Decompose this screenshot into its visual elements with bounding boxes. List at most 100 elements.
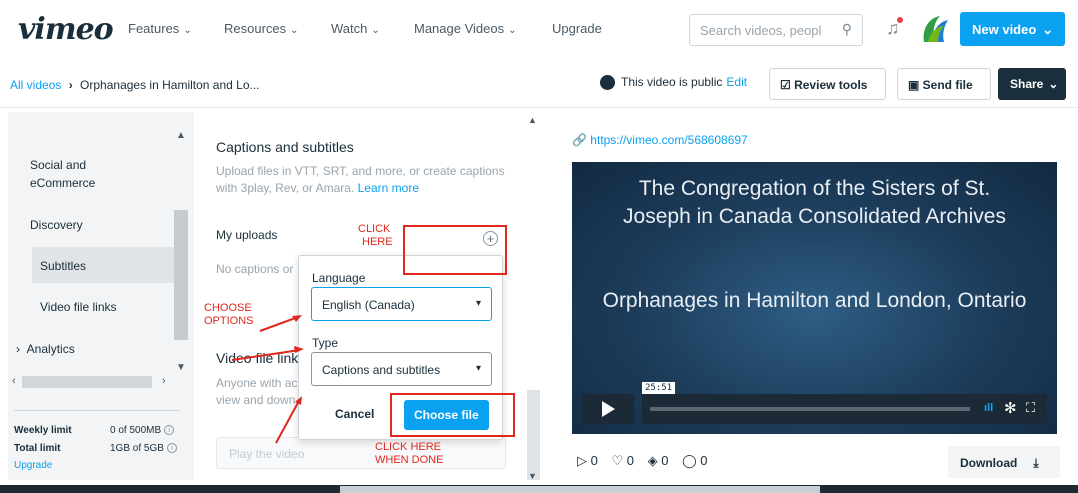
vimeo-logo[interactable]: vimeo [18, 12, 114, 47]
arrow-to-language [259, 316, 299, 332]
learn-more-link[interactable]: Learn more [358, 181, 419, 195]
annotation-arrow-cancel [275, 396, 302, 444]
scroll-right-icon[interactable]: › [162, 375, 166, 387]
nav-manage-videos[interactable]: Manage Videos ⌄ [414, 21, 517, 36]
plays-count: 0 [590, 453, 598, 468]
language-select[interactable]: English (Canada) ▾ [311, 287, 492, 321]
breadcrumb: All videos › Orphanages in Hamilton and … [10, 78, 260, 92]
nav-upgrade[interactable]: Upgrade [552, 21, 602, 36]
nav-resources-label: Resources [224, 21, 287, 36]
cancel-button[interactable]: Cancel [335, 407, 374, 421]
sidebar-item-social[interactable]: Social and eCommerce [30, 156, 150, 192]
review-tools-label: Review tools [794, 78, 868, 92]
sidebar-item-subtitles[interactable]: Subtitles [40, 257, 86, 275]
annotation-click-line2: HERE [362, 236, 393, 248]
download-label: Download [960, 456, 1018, 470]
new-video-button[interactable]: New video ⌄ [960, 12, 1065, 46]
type-select[interactable]: Captions and subtitles ▾ [311, 352, 492, 386]
progress-track[interactable] [650, 407, 970, 411]
chevron-down-icon: ⌄ [290, 25, 299, 36]
sidebar-item-discovery[interactable]: Discovery [30, 216, 83, 234]
no-captions-text: No captions or [216, 262, 294, 276]
scroll-down-icon[interactable]: ▼ [528, 471, 537, 481]
search-input[interactable]: Search videos, peopl ⚲ [689, 14, 863, 46]
player-controls: 25:51 ıll ✻ ⛶ [642, 382, 1047, 424]
video-player[interactable]: The Congregation of the Sisters of St. J… [572, 162, 1057, 434]
play-button[interactable] [582, 394, 634, 424]
volume-icon[interactable]: ıll [984, 402, 993, 414]
total-limit-title: Total limit [14, 443, 61, 454]
info-icon[interactable]: i [164, 425, 175, 436]
annotation-click-when-done: CLICK HERE WHEN DONE [375, 441, 443, 467]
arrowhead [295, 396, 302, 405]
arrowhead [294, 346, 304, 353]
privacy-text: This video is public [621, 75, 723, 89]
upgrade-link[interactable]: Upgrade [14, 460, 52, 471]
nav-watch[interactable]: Watch ⌄ [331, 21, 380, 36]
share-label: Share [1010, 77, 1044, 91]
top-navigation: vimeo Features ⌄ Resources ⌄ Watch ⌄ Manage… [0, 0, 1078, 58]
main-scrollbar[interactable] [527, 390, 540, 480]
language-label: Language [312, 271, 366, 285]
review-icon: ☑ [780, 78, 795, 92]
play-icon [602, 401, 615, 417]
sidebar-hscrollbar[interactable] [22, 376, 152, 388]
fullscreen-icon[interactable]: ⛶ [1026, 400, 1035, 416]
weekly-limit-title: Weekly limit [14, 425, 72, 436]
collections-count: 0 [661, 453, 669, 468]
search-icon[interactable]: ⚲ [842, 21, 852, 38]
info-icon[interactable]: i [166, 443, 177, 454]
settings-gear-icon[interactable]: ✻ [1004, 399, 1017, 417]
total-limit-amount: 1GB of 5GB [110, 443, 164, 454]
scroll-up-icon[interactable]: ▲ [176, 130, 186, 141]
my-uploads-label: My uploads [216, 228, 278, 242]
comments-icon[interactable]: ◯ [682, 453, 700, 468]
type-value: Captions and subtitles [322, 363, 441, 377]
sidebar-item-analytics[interactable]: › Analytics [16, 340, 75, 358]
breadcrumb-all-videos[interactable]: All videos [10, 78, 61, 92]
arrow-to-type [231, 349, 301, 361]
plays-icon: ▷ [577, 453, 591, 468]
globe-icon [600, 75, 615, 91]
annotation-done-line1: CLICK HERE [375, 441, 442, 453]
collections-icon[interactable]: ◈ [648, 453, 662, 468]
annotation-done-line2: WHEN DONE [375, 454, 444, 466]
download-icon: ⤓ [1033, 456, 1039, 470]
nav-watch-label: Watch [331, 21, 368, 36]
chevron-down-icon: ⌄ [371, 25, 380, 36]
captions-title: Captions and subtitles [216, 139, 354, 155]
nav-resources[interactable]: Resources ⌄ [224, 21, 299, 36]
video-stats: ▷ 0 ♡ 0 ◈ 0 ◯ 0 [577, 453, 707, 469]
annotation-click-line1: CLICK [358, 223, 391, 235]
arrow-to-cancel [275, 398, 301, 444]
chevron-down-icon: ⌄ [508, 25, 517, 36]
weekly-limit-label: Weekly limit [14, 425, 72, 436]
play-video-select[interactable]: Play the video [216, 437, 506, 469]
nav-features[interactable]: Features ⌄ [128, 21, 192, 36]
scroll-down-icon[interactable]: ▼ [176, 362, 186, 373]
likes-icon[interactable]: ♡ [611, 453, 626, 468]
send-file-button[interactable]: ▣ Send file [897, 68, 991, 100]
avatar[interactable] [918, 12, 952, 46]
bottom-bar-highlight [340, 486, 820, 493]
scroll-left-icon[interactable]: ‹ [12, 375, 16, 387]
share-button[interactable]: Share ⌄ [998, 68, 1066, 100]
weekly-limit-value: 0 of 500MB i [110, 425, 175, 436]
search-placeholder: Search videos, peopl [700, 23, 822, 38]
sidebar-scrollbar[interactable] [174, 210, 188, 340]
review-tools-button[interactable]: ☑ Review tools [769, 68, 886, 100]
download-button[interactable]: Download ⤓ [948, 446, 1060, 478]
privacy-edit-link[interactable]: Edit [726, 75, 747, 89]
link-icon: 🔗 [572, 133, 591, 147]
language-value: English (Canada) [322, 298, 415, 312]
sidebar-item-video-file-links[interactable]: Video file links [40, 298, 117, 316]
chevron-down-icon: ⌄ [1048, 77, 1059, 91]
annotation-box-add [403, 225, 507, 275]
weekly-limit-amount: 0 of 500MB [110, 425, 162, 436]
scroll-up-icon[interactable]: ▲ [528, 115, 537, 125]
sidebar-item-analytics-label: Analytics [26, 342, 75, 356]
chevron-down-icon: ▾ [475, 298, 481, 309]
breadcrumb-separator: › [68, 78, 73, 92]
video-url-link[interactable]: 🔗 https://vimeo.com/568608697 [572, 133, 748, 147]
new-video-label: New video [972, 22, 1037, 37]
